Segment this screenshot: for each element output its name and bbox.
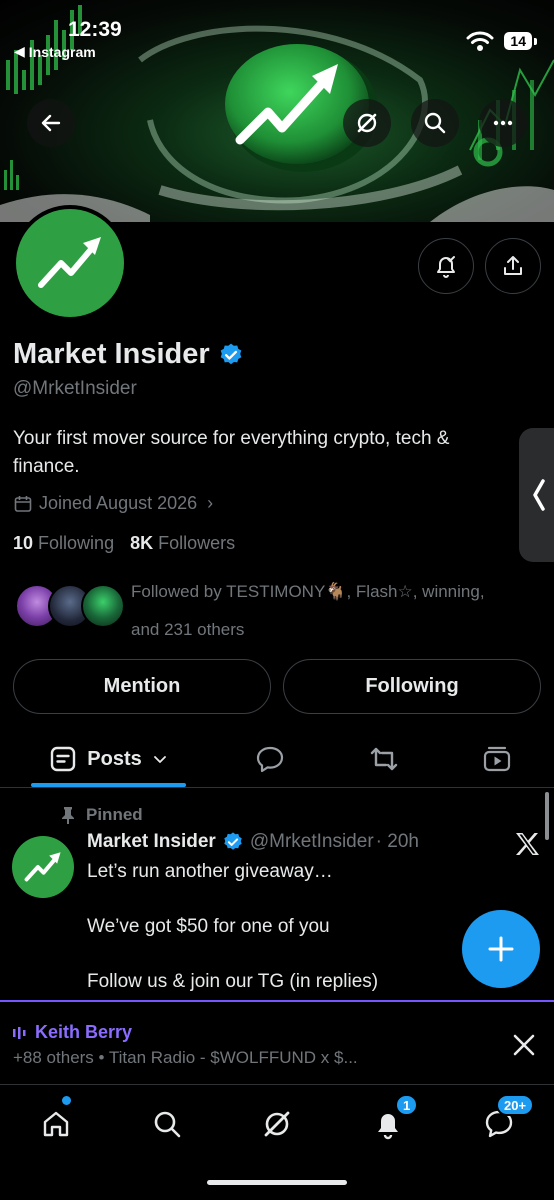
pinned-text: Pinned: [86, 805, 143, 824]
followed-by-avatars[interactable]: [15, 584, 125, 628]
video-icon: [483, 746, 511, 772]
mention-button[interactable]: Mention: [13, 659, 271, 714]
verified-badge-icon[interactable]: [218, 342, 244, 368]
search-icon: [424, 112, 446, 134]
back-app-label: Instagram: [28, 43, 96, 60]
followers-count-link[interactable]: 8K Followers: [130, 533, 235, 554]
post-time: · 20h: [375, 831, 419, 852]
more-icon: [493, 120, 513, 126]
tab-media[interactable]: [472, 730, 522, 788]
pin-icon: [62, 807, 74, 824]
followed-by-text[interactable]: Followed by TESTIMONY🐐, Flash☆, winning,…: [131, 573, 531, 649]
chevron-right-icon: ›: [207, 493, 214, 513]
back-triangle-icon: ◀: [14, 43, 25, 59]
follower-avatar: [81, 584, 125, 628]
post-header: Market Insider @MrketInsider · 20h: [87, 831, 419, 853]
nav-grok[interactable]: [252, 1099, 302, 1149]
chart-up-icon: [24, 852, 61, 882]
post-author-avatar[interactable]: [12, 836, 74, 898]
space-subtitle: +88 others • Titan Radio - $WOLFFUND x $…: [13, 1048, 358, 1067]
x-logo-icon: [516, 833, 539, 855]
notify-button[interactable]: [418, 238, 474, 294]
tab-posts-label: Posts: [87, 747, 142, 770]
home-indicator[interactable]: [207, 1180, 347, 1185]
compose-button[interactable]: [462, 910, 540, 988]
followed-by-line: Followed by TESTIMONY🐐, Flash☆, winning,: [131, 582, 485, 601]
arrow-left-icon: [41, 114, 61, 132]
tab-reposts[interactable]: [359, 730, 409, 788]
post-line: We’ve got $50 for one of you: [87, 916, 330, 937]
grok-icon: [357, 113, 377, 133]
battery-indicator: 14: [504, 32, 537, 50]
post-text[interactable]: Let’s run another giveaway… We’ve got $5…: [87, 858, 457, 1023]
post-line: Follow us & join our TG (in replies): [87, 971, 379, 992]
followed-by-line: and 231 others: [131, 620, 245, 639]
chevron-left-icon: [533, 479, 545, 511]
following-button[interactable]: Following: [283, 659, 541, 714]
posts-icon: [51, 746, 76, 772]
pinned-label: Pinned: [60, 805, 143, 825]
verified-badge-icon: [224, 832, 242, 850]
nav-explore[interactable]: [142, 1099, 192, 1149]
repost-icon: [370, 747, 398, 771]
bell-check-icon: [437, 256, 455, 278]
messages-badge: 20+: [496, 1094, 535, 1116]
space-host-name: Keith Berry: [35, 1022, 133, 1042]
nav-home[interactable]: [31, 1099, 81, 1149]
joined-date[interactable]: Joined August 2026 ›: [13, 493, 213, 514]
wifi-icon: [466, 31, 494, 51]
profile-handle: @MrketInsider: [13, 378, 137, 399]
joined-text: Joined August 2026: [39, 493, 198, 513]
home-unread-dot: [62, 1096, 71, 1105]
profile-avatar[interactable]: [12, 205, 128, 321]
chart-up-icon: [38, 237, 101, 288]
profile-display-name: Market Insider: [13, 338, 244, 371]
space-host: Keith Berry: [13, 1022, 132, 1043]
back-to-app-link[interactable]: ◀ Instagram: [14, 43, 96, 60]
reply-icon: [256, 746, 284, 773]
post-author-handle[interactable]: @MrketInsider: [250, 831, 374, 853]
scrollbar[interactable]: [545, 792, 549, 840]
audio-bars-icon: [13, 1026, 26, 1039]
side-panel-handle[interactable]: [519, 428, 554, 562]
chevron-down-icon: [153, 756, 166, 763]
profile-tabs: Posts: [0, 730, 554, 788]
tab-posts[interactable]: Posts: [31, 730, 186, 788]
profile-banner[interactable]: 12:39 ◀ Instagram 14: [0, 0, 554, 222]
calendar-icon: [14, 495, 32, 512]
close-icon[interactable]: [511, 1032, 537, 1058]
post-author-name[interactable]: Market Insider: [87, 831, 216, 853]
plus-icon: [488, 936, 514, 962]
display-name-text: Market Insider: [13, 338, 210, 370]
status-time: 12:39: [68, 18, 122, 41]
share-button[interactable]: [485, 238, 541, 294]
following-count-link[interactable]: 10 Following: [13, 533, 114, 554]
status-indicators: 14: [466, 30, 537, 52]
notifications-badge: 1: [395, 1094, 419, 1116]
follow-counts: 10 Following 8K Followers: [13, 533, 235, 554]
live-space-bar[interactable]: Keith Berry +88 others • Titan Radio - $…: [0, 1000, 554, 1084]
more-options-button[interactable]: [479, 99, 527, 147]
search-button[interactable]: [411, 99, 459, 147]
tab-replies[interactable]: [245, 730, 295, 788]
active-tab-indicator: [31, 783, 186, 787]
grok-icon: [264, 1111, 290, 1137]
share-icon: [504, 256, 522, 275]
grok-button[interactable]: [343, 99, 391, 147]
search-icon: [154, 1111, 181, 1138]
profile-bio: Your first mover source for everything c…: [13, 428, 450, 477]
post-line: Let’s run another giveaway…: [87, 861, 333, 882]
back-button[interactable]: [27, 99, 75, 147]
home-icon: [43, 1111, 69, 1137]
